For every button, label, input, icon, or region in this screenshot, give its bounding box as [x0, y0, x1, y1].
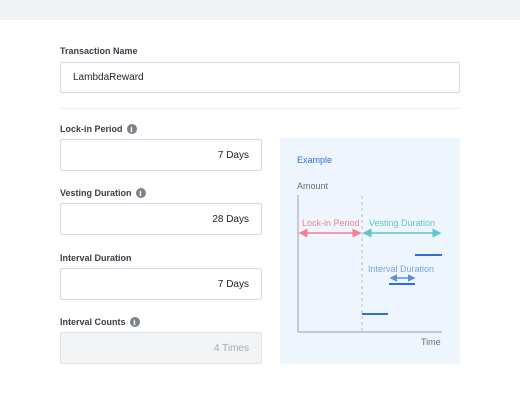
- info-icon[interactable]: i: [129, 317, 140, 327]
- transaction-name-label: Transaction Name: [60, 46, 138, 56]
- interval-duration-diagram-label: Interval Duration: [368, 264, 434, 274]
- example-panel: Example Amount Lock-in Period Vesting Du…: [280, 138, 460, 364]
- section-divider: [60, 108, 460, 109]
- amount-axis-label: Amount: [297, 181, 329, 191]
- lock-in-period-label-text: Lock-in Period: [60, 124, 123, 134]
- time-axis-label: Time: [421, 337, 441, 347]
- vesting-duration-value: 28 Days: [212, 213, 249, 225]
- interval-duration-input[interactable]: 7 Days: [60, 268, 262, 300]
- interval-duration-label-text: Interval Duration: [60, 253, 132, 263]
- info-icon[interactable]: i: [126, 124, 137, 134]
- example-title: Example: [297, 155, 332, 165]
- vesting-duration-label: Vesting Duration i: [60, 188, 146, 198]
- lock-in-period-label: Lock-in Period i: [60, 124, 137, 134]
- interval-counts-label: Interval Counts i: [60, 317, 140, 327]
- interval-counts-value: 4 Times: [213, 342, 249, 354]
- transaction-name-input[interactable]: LambdaReward: [60, 62, 460, 93]
- lock-in-period-value: 7 Days: [217, 149, 249, 161]
- interval-counts-label-text: Interval Counts: [60, 317, 126, 327]
- info-icon[interactable]: i: [135, 188, 146, 198]
- example-diagram: Example Amount Lock-in Period Vesting Du…: [297, 155, 442, 347]
- vesting-duration-input[interactable]: 28 Days: [60, 203, 262, 235]
- lock-in-period-diagram-label: Lock-in Period: [302, 218, 360, 228]
- interval-duration-value: 7 Days: [217, 278, 249, 290]
- vesting-duration-diagram-label: Vesting Duration: [369, 218, 435, 228]
- top-bar: [0, 0, 520, 20]
- transaction-name-label-text: Transaction Name: [60, 46, 138, 56]
- interval-duration-label: Interval Duration: [60, 253, 132, 263]
- lock-in-period-input[interactable]: 7 Days: [60, 139, 262, 171]
- interval-counts-input: 4 Times: [60, 332, 262, 364]
- transaction-name-value: LambdaReward: [73, 72, 144, 83]
- vesting-duration-label-text: Vesting Duration: [60, 188, 132, 198]
